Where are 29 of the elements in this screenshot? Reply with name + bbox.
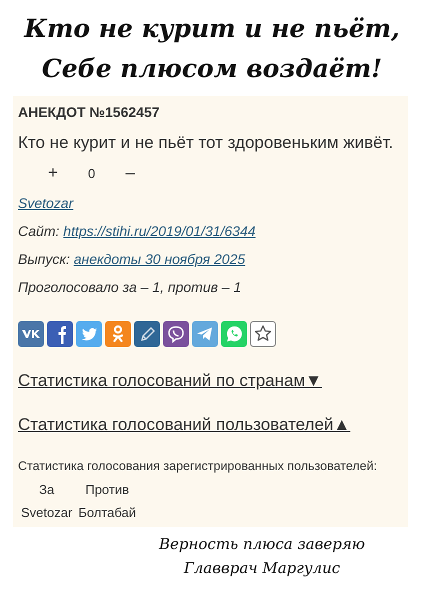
statistics-toggle-link[interactable]: Статистика голосований по странам▼: [18, 371, 322, 391]
site-link[interactable]: https://stihi.ru/2019/01/31/6344: [63, 223, 256, 239]
pencil-icon[interactable]: [134, 321, 160, 347]
vote-plus-button[interactable]: +: [46, 163, 60, 183]
vote-tally: Проголосовало за – 1, против – 1: [18, 279, 242, 295]
handwritten-caption: Себе плюсом воздаёт!: [42, 53, 382, 85]
person-icon[interactable]: [105, 321, 131, 347]
issue-label: Выпуск:: [18, 251, 70, 267]
joke-heading: АНЕКДОТ №1562457: [18, 104, 160, 120]
site-label: Сайт:: [18, 223, 60, 239]
author-link[interactable]: Svetozar: [18, 195, 74, 211]
joke-text: Кто не курит и не пьёт тот здоровеньким живёт.: [18, 133, 394, 153]
issue-link[interactable]: анекдоты 30 ноября 2025: [74, 251, 246, 267]
column-header: Против: [84, 481, 130, 499]
letters-icon[interactable]: [18, 321, 44, 347]
statistics-toggle-link[interactable]: Статистика голосований пользователей▲: [18, 415, 350, 435]
paper-plane-icon[interactable]: [192, 321, 218, 347]
vote-minus-button[interactable]: –: [123, 163, 138, 183]
handwritten-caption: Верность плюса заверяю: [159, 534, 365, 555]
table-cell-text: Болтабай: [77, 504, 138, 522]
table-cell-text: Svetozar: [20, 504, 74, 522]
vote-score: 0: [88, 166, 96, 180]
bird-icon[interactable]: [76, 321, 102, 347]
phone-bubble-icon[interactable]: [163, 321, 189, 347]
handwritten-caption: Главврач Маргулис: [184, 558, 340, 579]
handwritten-caption: Кто не курит и не пьёт,: [24, 13, 400, 45]
letter-f-icon[interactable]: [47, 321, 73, 347]
user-stats-title: Статистика голосования зарегистрированных пользователей:: [18, 459, 378, 473]
column-header: За: [38, 481, 56, 499]
